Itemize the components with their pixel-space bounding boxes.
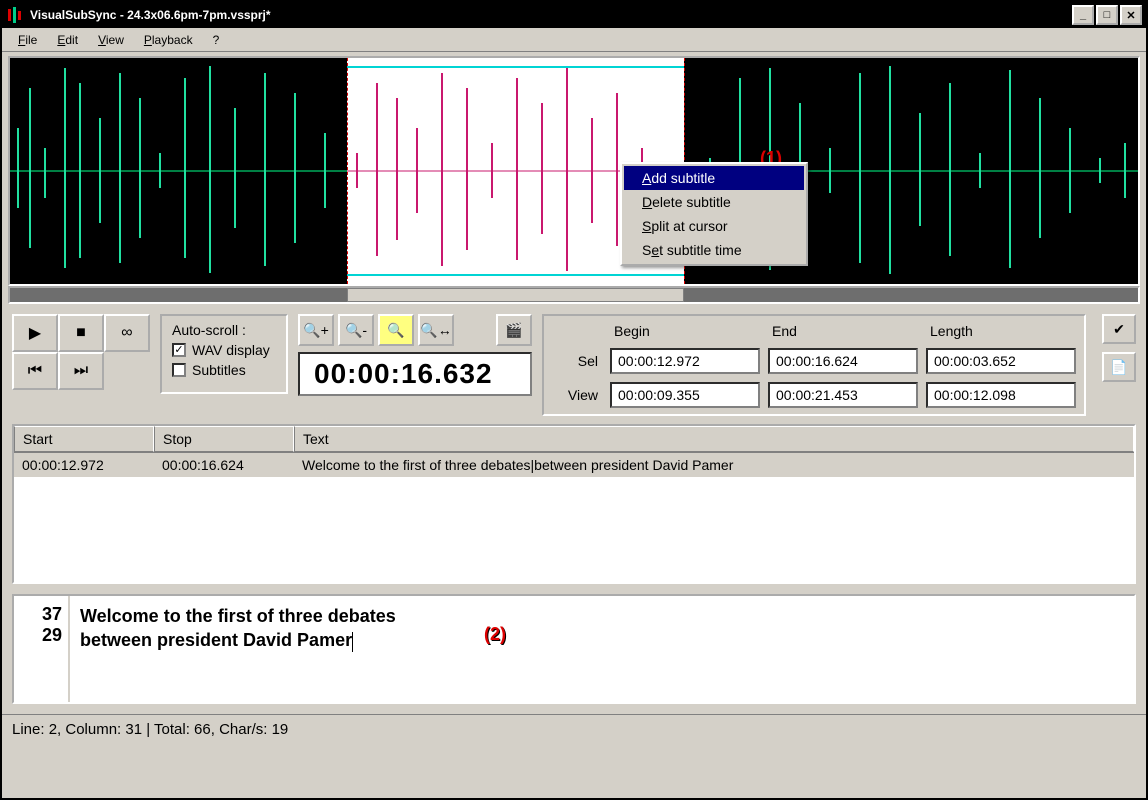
view-end-value[interactable]: 00:00:21.453	[768, 382, 918, 408]
autoscroll-wav-checkbox[interactable]: ✓ WAV display	[172, 342, 276, 358]
zoom-and-time: 🔍+ 🔍- 🔍 🔍↔ 🎬 00:00:16.632	[298, 314, 532, 396]
next-button[interactable]: ⏭	[58, 352, 104, 390]
cm-split-rest: plit at cursor	[651, 218, 727, 234]
cm-set-rest: t subtitle time	[659, 242, 741, 258]
status-bar: Line: 2, Column: 31 | Total: 66, Char/s:…	[2, 714, 1146, 744]
view-length-value[interactable]: 00:00:12.098	[926, 382, 1076, 408]
col-text[interactable]: Text	[294, 426, 1134, 452]
stop-button[interactable]: ■	[58, 314, 104, 352]
begin-header: Begin	[610, 323, 760, 339]
cm-del-rest: elete subtitle	[652, 194, 731, 210]
menu-file-label: ile	[25, 33, 37, 47]
sel-row-label: Sel	[552, 353, 602, 369]
prev-button[interactable]: ⏮	[12, 352, 58, 390]
text-cursor	[352, 632, 353, 652]
menu-file[interactable]: File	[8, 31, 47, 49]
scene-change-button[interactable]: 🎬	[496, 314, 532, 346]
col-start[interactable]: Start	[14, 426, 154, 452]
context-split-cursor[interactable]: Split at cursor	[624, 214, 804, 238]
minimize-button[interactable]: _	[1072, 5, 1094, 25]
table-header: Start Stop Text	[14, 426, 1134, 453]
autoscroll-panel: Auto-scroll : ✓ WAV display Subtitles	[160, 314, 288, 394]
menu-view-label: iew	[106, 33, 124, 47]
sel-length-value[interactable]: 00:00:03.652	[926, 348, 1076, 374]
checkbox-checked-icon: ✓	[172, 343, 186, 357]
zoom-in-button[interactable]: 🔍+	[298, 314, 334, 346]
sel-end-value[interactable]: 00:00:16.624	[768, 348, 918, 374]
waveform-display[interactable]: (1) Add subtitle Delete subtitle Split a…	[8, 56, 1140, 286]
menu-view[interactable]: View	[88, 31, 134, 49]
title-bar: VisualSubSync - 24.3x06.6pm-7pm.vssprj* …	[2, 2, 1146, 28]
selection-view-panel: Begin End Length Sel 00:00:12.972 00:00:…	[542, 314, 1086, 416]
current-timecode: 00:00:16.632	[298, 352, 532, 396]
autoscroll-subtitles-label: Subtitles	[192, 362, 246, 378]
line1-count: 37	[20, 604, 62, 625]
menu-playback-label: layback	[152, 33, 193, 47]
playback-buttons: ▶ ■ ∞ ⏮ ⏭	[12, 314, 150, 390]
cm-add-rest: dd subtitle	[651, 170, 715, 186]
close-button[interactable]: ✕	[1120, 5, 1142, 25]
length-header: Length	[926, 323, 1076, 339]
selection-edge-left[interactable]	[347, 58, 348, 284]
window-title: VisualSubSync - 24.3x06.6pm-7pm.vssprj*	[30, 8, 271, 22]
zoom-all-button[interactable]: 🔍↔	[418, 314, 454, 346]
checkbox-unchecked-icon	[172, 363, 186, 377]
sel-begin-value[interactable]: 00:00:12.972	[610, 348, 760, 374]
context-delete-subtitle[interactable]: Delete subtitle	[624, 190, 804, 214]
cell-text: Welcome to the first of three debates|be…	[294, 453, 1134, 477]
end-header: End	[768, 323, 918, 339]
waveform-scrollbar[interactable]	[8, 286, 1140, 304]
properties-button[interactable]: 📄	[1102, 352, 1136, 382]
char-counts: 37 29	[14, 596, 70, 702]
selection-marker-bottom	[347, 274, 684, 276]
menu-edit-label: dit	[65, 33, 78, 47]
menu-bar: File Edit View Playback ?	[2, 28, 1146, 52]
view-row-label: View	[552, 387, 602, 403]
context-set-time[interactable]: Set subtitle time	[624, 238, 804, 262]
waveform-context-menu: Add subtitle Delete subtitle Split at cu…	[620, 162, 808, 266]
col-stop[interactable]: Stop	[154, 426, 294, 452]
table-row[interactable]: 00:00:12.972 00:00:16.624 Welcome to the…	[14, 453, 1134, 477]
selection-marker-top	[347, 66, 684, 68]
app-icon	[6, 6, 24, 24]
zoom-out-button[interactable]: 🔍-	[338, 314, 374, 346]
context-add-subtitle[interactable]: Add subtitle	[624, 166, 804, 190]
play-button[interactable]: ▶	[12, 314, 58, 352]
line2-count: 29	[20, 625, 62, 646]
menu-edit[interactable]: Edit	[47, 31, 88, 49]
autoscroll-label: Auto-scroll :	[172, 322, 276, 338]
menu-playback[interactable]: Playback	[134, 31, 203, 49]
autoscroll-subtitles-checkbox[interactable]: Subtitles	[172, 362, 276, 378]
autoscroll-wav-label: WAV display	[192, 342, 270, 358]
editor-line2: between president David Pamer	[80, 630, 352, 650]
subtitle-table[interactable]: Start Stop Text 00:00:12.972 00:00:16.62…	[12, 424, 1136, 584]
zoom-buttons: 🔍+ 🔍- 🔍 🔍↔ 🎬	[298, 314, 532, 346]
side-buttons: ✔ 📄	[1102, 314, 1136, 382]
subtitle-editor[interactable]: 37 29 Welcome to the first of three deba…	[12, 594, 1136, 704]
zoom-selection-button[interactable]: 🔍	[378, 314, 414, 346]
scrollbar-thumb[interactable]	[347, 288, 684, 302]
view-begin-value[interactable]: 00:00:09.355	[610, 382, 760, 408]
editor-text[interactable]: Welcome to the first of three debates be…	[70, 596, 1134, 702]
error-check-button[interactable]: ✔	[1102, 314, 1136, 344]
toolbar: ▶ ■ ∞ ⏮ ⏭ Auto-scroll : ✓ WAV display Su…	[2, 304, 1146, 424]
editor-line1: Welcome to the first of three debates	[80, 606, 396, 626]
loop-button[interactable]: ∞	[104, 314, 150, 352]
menu-help[interactable]: ?	[203, 31, 230, 49]
maximize-button[interactable]: □	[1096, 5, 1118, 25]
cell-start: 00:00:12.972	[14, 453, 154, 477]
cell-stop: 00:00:16.624	[154, 453, 294, 477]
